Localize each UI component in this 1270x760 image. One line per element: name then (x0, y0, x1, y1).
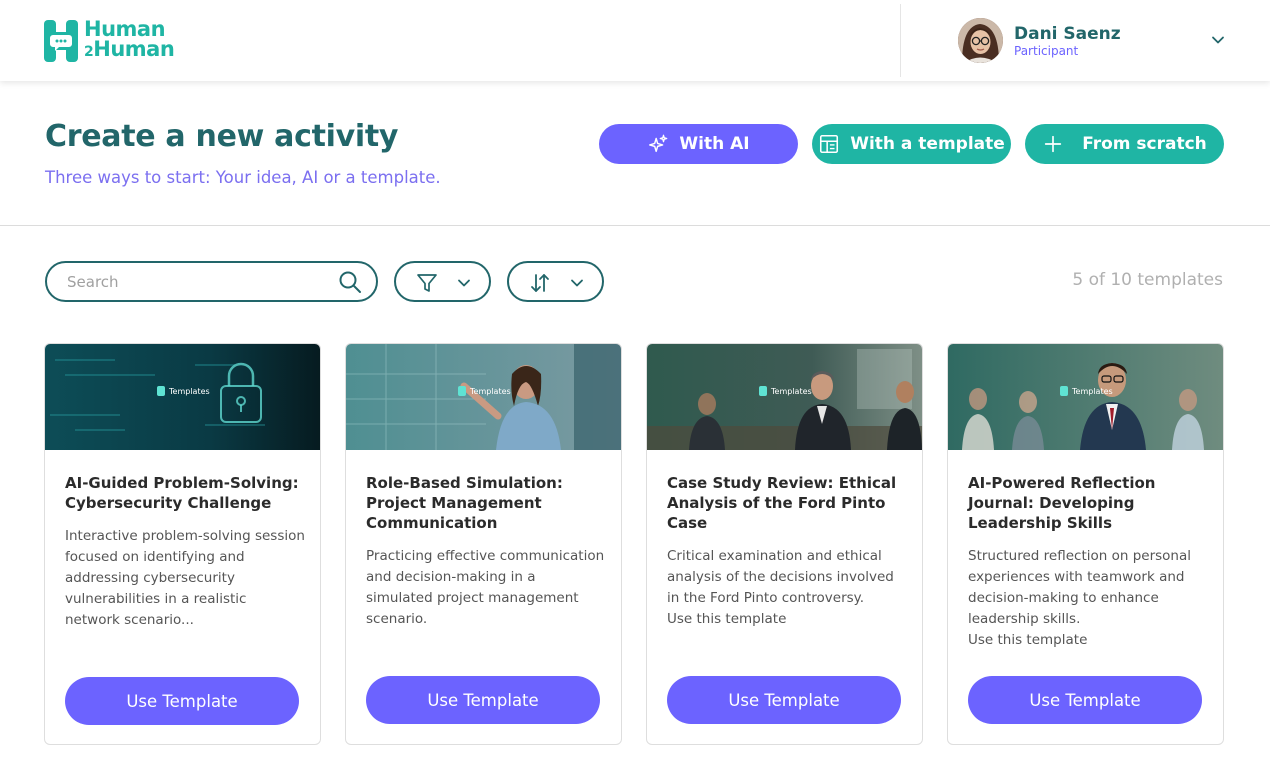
chevron-down-icon[interactable] (1211, 33, 1225, 47)
search-icon[interactable] (338, 270, 362, 294)
use-template-button[interactable]: Use Template (968, 676, 1202, 724)
thumbnail-label: Templates (169, 386, 210, 396)
create-with-ai-label: With AI (679, 134, 750, 154)
template-thumbnail: Templates (45, 344, 320, 450)
logo-wordmark: Human 2Human (84, 19, 175, 62)
filter-dropdown[interactable] (394, 261, 491, 302)
user-name: Dani Saenz (1014, 23, 1121, 44)
template-thumbnail: Templates (346, 344, 621, 450)
thumbnail-label: Templates (470, 386, 511, 396)
top-bar: Human 2Human Dani Saenz Participant (0, 0, 1270, 81)
search-box (45, 261, 378, 302)
card-title: AI-Guided Problem-Solving: Cybersecurity… (65, 474, 299, 512)
header-divider (900, 4, 901, 77)
page-subtitle: Three ways to start: Your idea, AI or a … (45, 168, 441, 187)
plus-icon (1045, 135, 1062, 153)
create-from-scratch-button[interactable]: From scratch (1025, 124, 1224, 164)
search-input[interactable] (67, 271, 327, 293)
use-this-template-link[interactable]: Use this template (667, 609, 907, 630)
use-template-button[interactable]: Use Template (667, 676, 901, 724)
template-card: Templates Role-Based Simulation: Project… (345, 343, 622, 745)
user-role: Participant (1014, 43, 1079, 58)
card-description: Interactive problem-solving session focu… (65, 528, 305, 628)
thumbnail-brand: Templates (1060, 386, 1113, 396)
logo-line-2: Human (93, 37, 175, 61)
template-card: Templates AI-Powered Reflection Journal:… (947, 343, 1224, 745)
avatar (958, 18, 1003, 63)
template-thumbnail: Templates (647, 344, 922, 450)
logo-two: 2 (84, 44, 94, 60)
logo-icon (157, 386, 165, 396)
card-title: Case Study Review: Ethical Analysis of t… (667, 474, 897, 532)
create-with-template-label: With a template (850, 134, 1005, 154)
thumbnail-label: Templates (771, 386, 812, 396)
card-title: AI-Powered Reflection Journal: Developin… (968, 474, 1156, 532)
logo[interactable]: Human 2Human (44, 19, 175, 62)
chevron-down-icon (458, 279, 470, 287)
template-thumbnail: Templates (948, 344, 1223, 450)
use-template-button[interactable]: Use Template (366, 676, 600, 724)
logo-icon (1060, 386, 1068, 396)
sparkles-icon (649, 134, 668, 153)
sort-dropdown[interactable] (507, 261, 604, 302)
thumbnail-brand: Templates (759, 386, 812, 396)
create-with-template-button[interactable]: With a template (812, 124, 1011, 164)
card-title: Role-Based Simulation: Project Managemen… (366, 474, 563, 532)
page-title: Create a new activity (45, 119, 399, 154)
create-with-ai-button[interactable]: With AI (599, 124, 798, 164)
user-menu[interactable]: Dani Saenz Participant (958, 18, 1121, 63)
chevron-down-icon (571, 279, 583, 287)
create-from-scratch-label: From scratch (1082, 134, 1207, 154)
template-card: Templates Case Study Review: Ethical Ana… (646, 343, 923, 745)
thumbnail-brand: Templates (458, 386, 511, 396)
section-divider (0, 225, 1270, 226)
use-template-button[interactable]: Use Template (65, 677, 299, 725)
card-description: Critical examination and ethical analysi… (667, 548, 894, 606)
thumbnail-label: Templates (1072, 386, 1113, 396)
thumbnail-brand: Templates (157, 386, 210, 396)
template-layout-icon (820, 134, 839, 154)
logo-icon (458, 386, 466, 396)
logo-icon (44, 19, 78, 62)
logo-icon (759, 386, 767, 396)
template-count: 5 of 10 templates (1072, 270, 1223, 290)
template-card: Templates AI-Guided Problem-Solving: Cyb… (44, 343, 321, 745)
avatar-image (958, 18, 1003, 63)
card-description: Structured reflection on personal experi… (968, 548, 1192, 627)
card-description: Practicing effective communication and d… (366, 548, 605, 627)
sort-icon (531, 274, 549, 292)
filter-icon (417, 274, 437, 292)
use-this-template-link[interactable]: Use this template (968, 630, 1208, 651)
